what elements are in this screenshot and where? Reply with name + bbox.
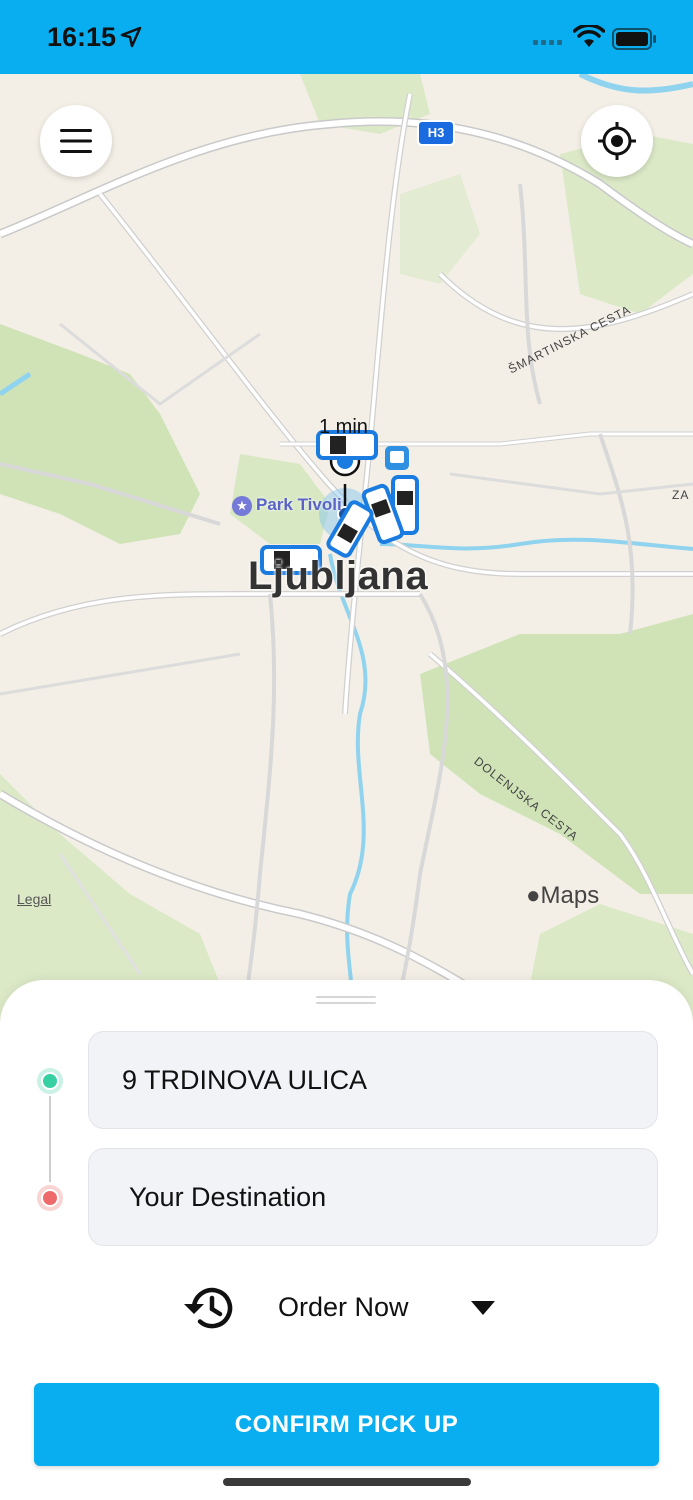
pickup-dot-icon (37, 1068, 63, 1094)
caret-down-icon (471, 1301, 495, 1315)
confirm-pickup-button[interactable]: CONFIRM PICK UP (34, 1383, 659, 1466)
hamburger-menu-icon (60, 129, 92, 153)
signal-icon (533, 40, 562, 45)
booking-sheet: 9 TRDINOVA ULICA Your Destination Order … (0, 980, 693, 1500)
highway-badge: H3 (417, 120, 455, 146)
crosshair-locate-icon (598, 122, 636, 160)
eta-label: 1 min (319, 416, 368, 438)
battery-icon (612, 28, 656, 50)
status-bar: 16:15 (0, 0, 693, 74)
poi-label: Park Tivoli (256, 495, 342, 514)
wifi-icon (573, 25, 605, 47)
sheet-drag-handle[interactable] (316, 996, 376, 1004)
legal-link[interactable]: Legal (17, 891, 51, 907)
apple-logo-icon: ● (526, 882, 541, 909)
status-time: 16:15 (47, 22, 117, 52)
home-indicator[interactable] (223, 1478, 471, 1486)
bus-stop-icon (385, 446, 409, 470)
destination-dot-icon (37, 1185, 63, 1211)
star-icon: ★ (232, 496, 252, 516)
menu-button[interactable] (40, 105, 112, 177)
road-label-za: ZA (672, 488, 690, 502)
history-clock-icon (184, 1287, 233, 1329)
pickup-address-field[interactable]: 9 TRDINOVA ULICA (88, 1031, 658, 1129)
order-time-selector[interactable]: Order Now (180, 1280, 510, 1338)
locate-me-button[interactable] (581, 105, 653, 177)
maps-label: Maps (540, 882, 600, 909)
maps-attribution: ●Maps (526, 882, 599, 910)
destination-field[interactable]: Your Destination (88, 1148, 658, 1246)
map-view[interactable]: H3 ŠMARTINSKA CESTA DOLENJSKA CESTA ZA 1… (0, 74, 693, 1034)
route-connector (49, 1096, 51, 1182)
order-time-label: Order Now (278, 1292, 409, 1322)
city-label: Ljubljana (248, 554, 429, 598)
location-arrow-icon (120, 26, 142, 48)
